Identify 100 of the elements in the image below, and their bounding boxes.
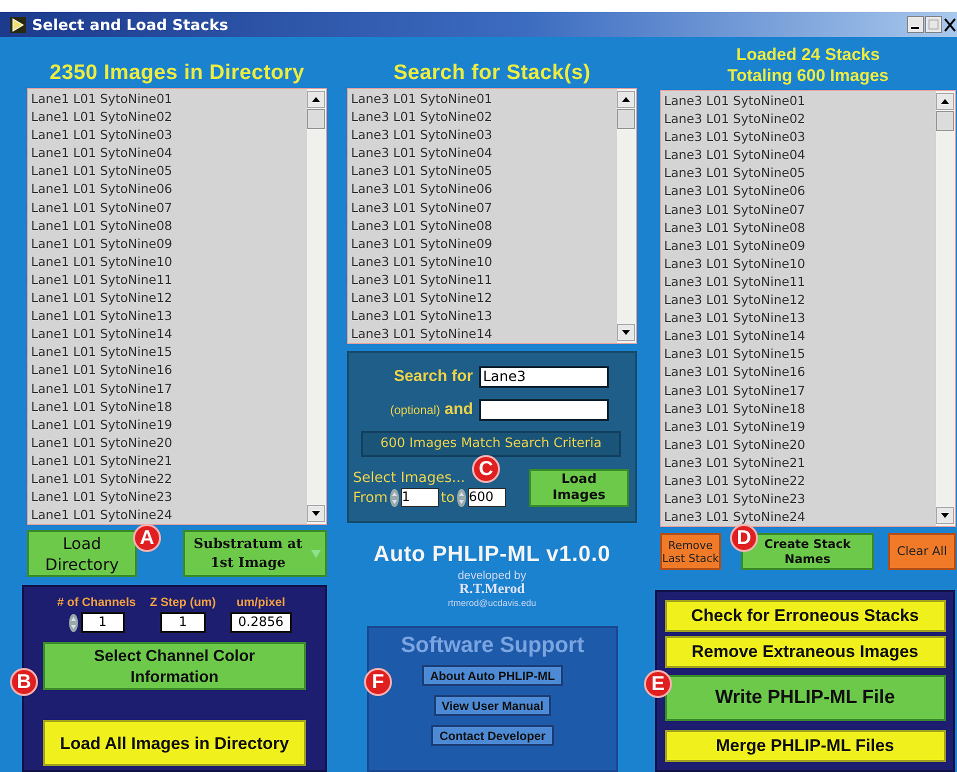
substratum-dropdown[interactable]: Substratum at 1st Image	[183, 530, 327, 577]
scroll-thumb[interactable]	[307, 109, 325, 129]
list-item[interactable]: Lane1 L01 SytoNine19	[31, 416, 307, 434]
list-item[interactable]: Lane1 L01 SytoNine17	[31, 380, 307, 398]
list-item[interactable]: Lane3 L01 SytoNine04	[351, 144, 617, 162]
scroll-up-button[interactable]	[936, 93, 954, 110]
list-item[interactable]: Lane1 L01 SytoNine15	[31, 343, 307, 362]
list-item[interactable]: Lane1 L01 SytoNine21	[31, 452, 307, 470]
search-results-list[interactable]	[347, 88, 637, 344]
scroll-thumb[interactable]	[936, 111, 954, 131]
number-field[interactable]: 0.2856	[230, 612, 292, 633]
list-item[interactable]: Lane3 L01 SytoNine11	[351, 270, 617, 290]
list-item[interactable]: Lane3 L01 SytoNine24	[664, 508, 936, 526]
list-item[interactable]: Lane3 L01 SytoNine06	[664, 182, 936, 201]
load-all-button[interactable]: Load All Images in Directory	[43, 720, 306, 766]
list-item[interactable]: Lane3 L01 SytoNine04	[664, 146, 936, 164]
list-item[interactable]: Lane1 L01 SytoNine03	[31, 126, 307, 144]
list-item[interactable]: Lane3 L01 SytoNine08	[351, 216, 617, 235]
search-field[interactable]: Lane3	[479, 366, 609, 388]
list-item[interactable]: Lane3 L01 SytoNine02	[664, 110, 936, 128]
list-item[interactable]: Lane3 L01 SytoNine03	[664, 128, 936, 146]
spinner-icon[interactable]	[390, 488, 399, 506]
clear-all-button[interactable]: Clear All	[888, 533, 956, 570]
number-field[interactable]: 1	[80, 612, 124, 633]
list-item[interactable]: Lane1 L01 SytoNine16	[31, 361, 307, 380]
action-button[interactable]: Remove Extraneous Images	[664, 636, 946, 668]
support-button[interactable]: Contact Developer	[431, 725, 554, 746]
list-item[interactable]: Lane3 L01 SytoNine22	[664, 472, 936, 490]
and-field[interactable]	[479, 399, 609, 421]
list-item[interactable]: Lane3 L01 SytoNine03	[351, 126, 617, 144]
list-item[interactable]: Lane3 L01 SytoNine18	[664, 400, 936, 418]
spinner-icon[interactable]	[68, 614, 78, 632]
list-item[interactable]: Lane3 L01 SytoNine05	[351, 162, 617, 180]
list-item[interactable]: Lane1 L01 SytoNine02	[31, 108, 307, 126]
list-item[interactable]: Lane3 L01 SytoNine01	[351, 90, 617, 108]
list-item[interactable]: Lane3 L01 SytoNine12	[664, 291, 936, 310]
number-field[interactable]: 1	[160, 612, 206, 633]
list-item[interactable]: Lane1 L01 SytoNine08	[31, 216, 307, 235]
list-item[interactable]: Lane3 L01 SytoNine16	[664, 363, 936, 382]
list-item[interactable]: Lane3 L01 SytoNine13	[664, 309, 936, 328]
list-item[interactable]: Lane1 L01 SytoNine07	[31, 198, 307, 217]
scroll-down-button[interactable]	[617, 324, 635, 341]
list-item[interactable]: Lane1 L01 SytoNine12	[31, 289, 307, 308]
list-item[interactable]: Lane1 L01 SytoNine10	[31, 252, 307, 271]
list-item[interactable]: Lane1 L01 SytoNine23	[31, 488, 307, 506]
list-item[interactable]: Lane3 L01 SytoNine14	[351, 325, 617, 343]
list-item[interactable]: Lane3 L01 SytoNine14	[664, 327, 936, 346]
action-button[interactable]: Merge PHLIP-ML Files	[664, 730, 946, 762]
list-item[interactable]: Lane3 L01 SytoNine13	[351, 307, 617, 326]
list-item[interactable]: Lane3 L01 SytoNine11	[664, 272, 936, 292]
list-item[interactable]: Lane3 L01 SytoNine21	[664, 454, 936, 472]
list-item[interactable]: Lane3 L01 SytoNine10	[351, 252, 617, 271]
list-item[interactable]: Lane3 L01 SytoNine01	[664, 92, 936, 110]
list-item[interactable]: Lane1 L01 SytoNine11	[31, 270, 307, 290]
list-item[interactable]: Lane3 L01 SytoNine09	[351, 234, 617, 253]
list-item[interactable]: Lane3 L01 SytoNine12	[351, 289, 617, 308]
list-item[interactable]: Lane1 L01 SytoNine06	[31, 180, 307, 199]
to-field[interactable]: 600	[468, 488, 506, 507]
list-item[interactable]: Lane3 L01 SytoNine19	[664, 418, 936, 436]
list-item[interactable]: Lane3 L01 SytoNine10	[664, 254, 936, 273]
list-item[interactable]: Lane3 L01 SytoNine17	[664, 382, 936, 400]
scroll-down-button[interactable]	[936, 507, 954, 524]
list-item[interactable]: Lane1 L01 SytoNine13	[31, 307, 307, 326]
remove-last-stack-button[interactable]: Remove Last Stack	[660, 533, 721, 570]
list-item[interactable]: Lane1 L01 SytoNine09	[31, 234, 307, 253]
directory-list[interactable]	[27, 88, 327, 525]
support-button[interactable]: About Auto PHLIP-ML	[422, 665, 563, 686]
scroll-down-button[interactable]	[307, 505, 325, 522]
list-item[interactable]: Lane3 L01 SytoNine15	[664, 345, 936, 364]
list-item[interactable]: Lane1 L01 SytoNine04	[31, 144, 307, 162]
list-item[interactable]: Lane3 L01 SytoNine07	[351, 198, 617, 217]
list-item[interactable]: Lane1 L01 SytoNine22	[31, 470, 307, 488]
list-item[interactable]: Lane3 L01 SytoNine09	[664, 236, 936, 255]
load-images-button[interactable]: Load Images	[529, 469, 629, 507]
load-directory-button[interactable]: Load Directory	[27, 530, 137, 577]
from-field[interactable]: 1	[400, 488, 439, 507]
list-item[interactable]: Lane1 L01 SytoNine14	[31, 325, 307, 344]
close-icon[interactable]	[943, 16, 957, 33]
list-item[interactable]: Lane3 L01 SytoNine07	[664, 200, 936, 219]
action-button[interactable]: Check for Erroneous Stacks	[664, 600, 946, 632]
loaded-stacks-list[interactable]	[660, 90, 956, 527]
list-item[interactable]: Lane1 L01 SytoNine20	[31, 434, 307, 452]
list-item[interactable]: Lane1 L01 SytoNine24	[31, 506, 307, 524]
list-item[interactable]: Lane1 L01 SytoNine18	[31, 398, 307, 416]
minimize-icon[interactable]	[907, 16, 924, 33]
list-item[interactable]: Lane3 L01 SytoNine06	[351, 180, 617, 199]
list-item[interactable]: Lane3 L01 SytoNine08	[664, 218, 936, 237]
spinner-icon[interactable]	[456, 488, 466, 506]
list-item[interactable]: Lane3 L01 SytoNine05	[664, 164, 936, 182]
select-channel-button[interactable]: Select Channel Color Information	[43, 642, 306, 690]
list-item[interactable]: Lane3 L01 SytoNine02	[351, 108, 617, 126]
scroll-thumb[interactable]	[617, 109, 635, 129]
action-button[interactable]: Write PHLIP-ML File	[664, 675, 946, 721]
list-item[interactable]: Lane3 L01 SytoNine20	[664, 436, 936, 454]
scroll-up-button[interactable]	[307, 91, 325, 108]
list-item[interactable]: Lane1 L01 SytoNine01	[31, 90, 307, 108]
list-item[interactable]: Lane1 L01 SytoNine05	[31, 162, 307, 180]
list-item[interactable]: Lane3 L01 SytoNine23	[664, 490, 936, 508]
support-button[interactable]: View User Manual	[434, 695, 552, 716]
scroll-up-button[interactable]	[617, 91, 635, 108]
